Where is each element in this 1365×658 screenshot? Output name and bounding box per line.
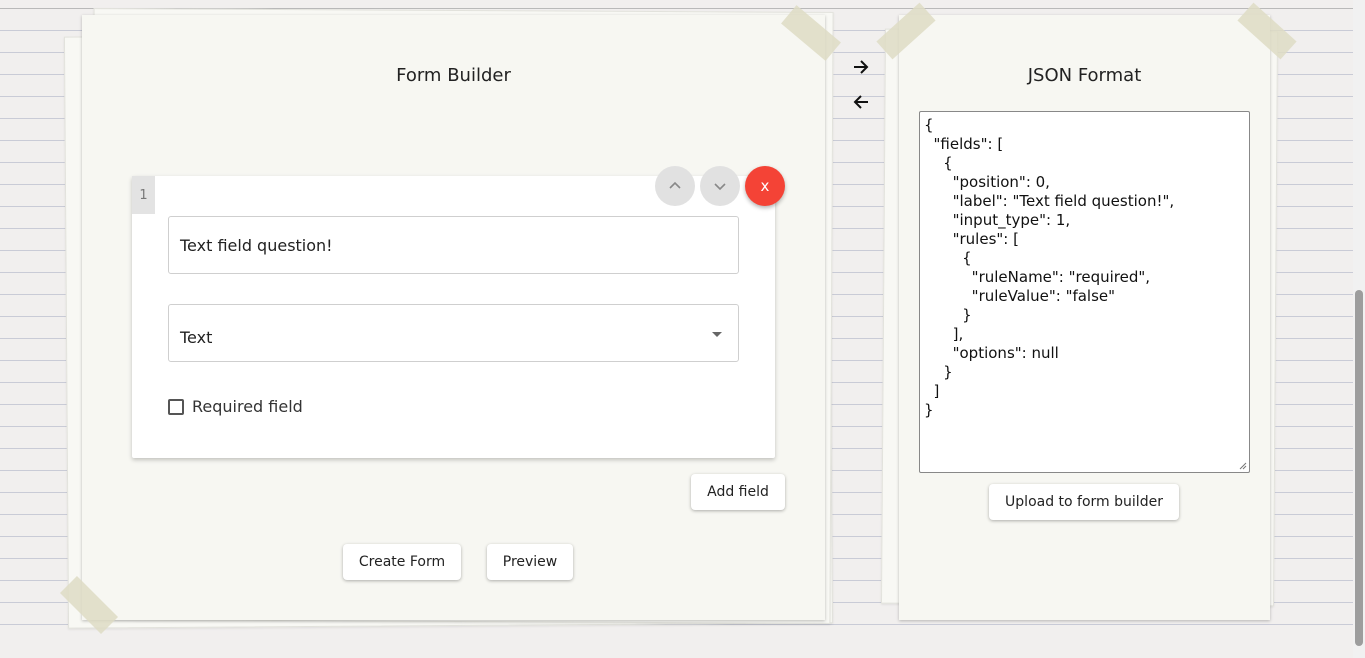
field-label-input[interactable]: Text field question! <box>168 216 739 274</box>
page-bottom-band <box>0 645 1365 658</box>
move-up-button[interactable] <box>655 166 695 206</box>
move-down-button[interactable] <box>700 166 740 206</box>
chevron-down-icon <box>714 183 726 191</box>
dropdown-caret-icon <box>712 332 722 337</box>
chevron-up-icon <box>669 181 681 189</box>
input-type-value: Text <box>180 327 213 347</box>
add-field-button[interactable]: Add field <box>691 474 785 510</box>
delete-label: X <box>760 177 770 195</box>
arrow-left-icon <box>853 95 868 109</box>
json-content: { "fields": [ { "position": 0, "label": … <box>924 116 1175 419</box>
input-type-select[interactable]: Text <box>168 304 739 362</box>
required-checkbox[interactable] <box>168 398 184 415</box>
form-builder-title: Form Builder <box>396 65 511 86</box>
field-index: 1 <box>132 176 155 214</box>
required-checkbox-row[interactable]: Required field <box>168 397 303 416</box>
to-builder-button[interactable] <box>849 90 873 114</box>
resize-grip-icon[interactable] <box>1237 460 1247 470</box>
top-border <box>0 0 1365 9</box>
to-json-button[interactable] <box>849 55 873 79</box>
upload-to-builder-button[interactable]: Upload to form builder <box>989 484 1179 520</box>
required-label: Required field <box>192 397 303 416</box>
create-form-button[interactable]: Create Form <box>343 544 461 580</box>
json-panel-title: JSON Format <box>1027 65 1142 86</box>
json-textarea[interactable]: { "fields": [ { "position": 0, "label": … <box>919 111 1250 473</box>
scrollbar-thumb[interactable] <box>1355 290 1363 646</box>
arrow-right-icon <box>854 60 869 74</box>
delete-field-button[interactable]: X <box>745 166 785 206</box>
preview-button[interactable]: Preview <box>487 544 573 580</box>
field-card: 1 Text field question! Text Required fie… <box>132 176 775 458</box>
